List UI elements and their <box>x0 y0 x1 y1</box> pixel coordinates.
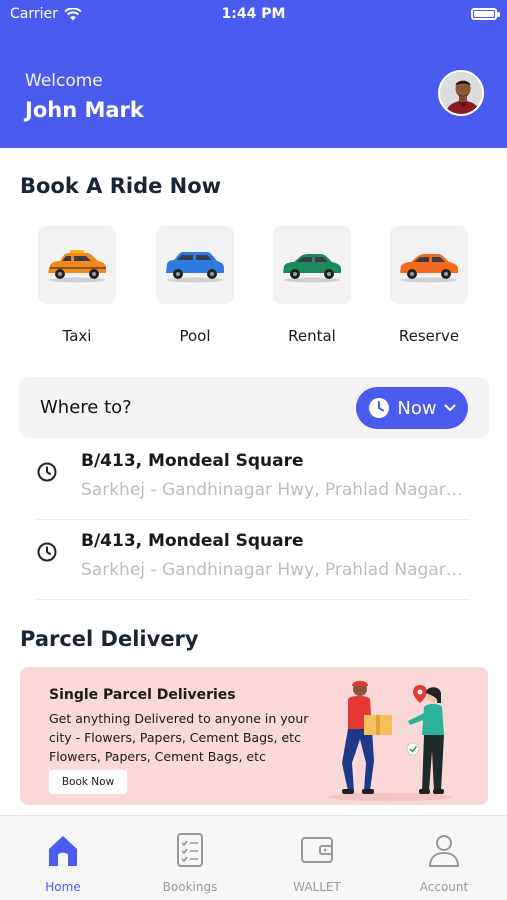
where-to-bar[interactable]: Where to? Now <box>19 377 489 438</box>
where-to-label: Where to? <box>40 397 132 418</box>
ride-option-rental[interactable]: Rental <box>273 226 353 345</box>
wallet-icon <box>301 837 333 863</box>
ride-tile <box>38 226 116 304</box>
tab-wallet[interactable]: WALLET <box>254 816 380 900</box>
book-now-button[interactable]: Book Now <box>49 770 127 794</box>
clock-icon <box>369 398 390 418</box>
book-ride-title: Book A Ride Now <box>20 174 222 198</box>
clock-icon <box>37 462 57 482</box>
ride-option-label: Reserve <box>398 327 460 345</box>
status-time: 1:44 PM <box>221 6 286 22</box>
reserve-car-icon <box>400 254 458 283</box>
avatar[interactable] <box>438 70 484 116</box>
clock-icon <box>37 542 57 562</box>
recent-place-title: B/413, Mondeal Square <box>81 451 304 471</box>
recent-place-item[interactable]: B/413, Mondeal Square Sarkhej - Gandhina… <box>37 520 470 600</box>
battery-icon <box>471 8 500 20</box>
pool-car-icon <box>166 252 224 283</box>
app-header: Carrier 1:44 PM Welcome John Mark <box>0 0 507 148</box>
ride-option-label: Pool <box>179 327 211 345</box>
ride-option-pool[interactable]: Pool <box>156 226 236 345</box>
parcel-delivery-card[interactable]: Single Parcel Deliveries Get anything De… <box>20 667 488 805</box>
tab-home[interactable]: Home <box>0 816 126 900</box>
recent-place-item[interactable]: B/413, Mondeal Square Sarkhej - Gandhina… <box>37 440 470 520</box>
tab-bar: Home Bookings WALLET Account <box>0 815 507 900</box>
recent-place-address: Sarkhej - Gandhinagar Hwy, Prahlad Nagar… <box>81 560 465 580</box>
now-label: Now <box>397 397 437 419</box>
tab-account[interactable]: Account <box>381 816 507 900</box>
tab-label: Bookings <box>162 880 218 894</box>
status-bar: Carrier 1:44 PM <box>0 0 507 28</box>
tab-bookings[interactable]: Bookings <box>127 816 253 900</box>
taxi-car-icon <box>48 250 106 283</box>
ride-option-label: Taxi <box>62 327 92 345</box>
ride-tile <box>156 226 234 304</box>
user-name: John Mark <box>25 98 144 122</box>
tab-label: WALLET <box>293 880 341 894</box>
ride-option-reserve[interactable]: Reserve <box>390 226 470 345</box>
parcel-card-description: Get anything Delivered to anyone in your… <box>49 711 309 764</box>
parcel-section-title: Parcel Delivery <box>20 627 199 651</box>
delivery-illustration <box>328 680 452 801</box>
home-icon <box>49 836 77 866</box>
ride-tile <box>273 226 351 304</box>
chevron-down-icon <box>444 404 456 412</box>
ride-option-label: Rental <box>288 327 336 345</box>
account-icon <box>428 835 460 867</box>
ride-option-taxi[interactable]: Taxi <box>38 226 118 345</box>
ride-tile <box>390 226 468 304</box>
welcome-label: Welcome <box>25 71 103 91</box>
parcel-card-title: Single Parcel Deliveries <box>49 687 236 703</box>
bookings-icon <box>177 833 203 867</box>
tab-label: Account <box>419 880 469 894</box>
recent-place-address: Sarkhej - Gandhinagar Hwy, Prahlad Nagar… <box>81 480 465 500</box>
tab-label: Home <box>45 880 81 894</box>
avatar-photo <box>440 72 482 114</box>
recent-place-title: B/413, Mondeal Square <box>81 531 304 551</box>
now-time-button[interactable]: Now <box>356 387 468 429</box>
rental-car-icon <box>283 254 341 283</box>
